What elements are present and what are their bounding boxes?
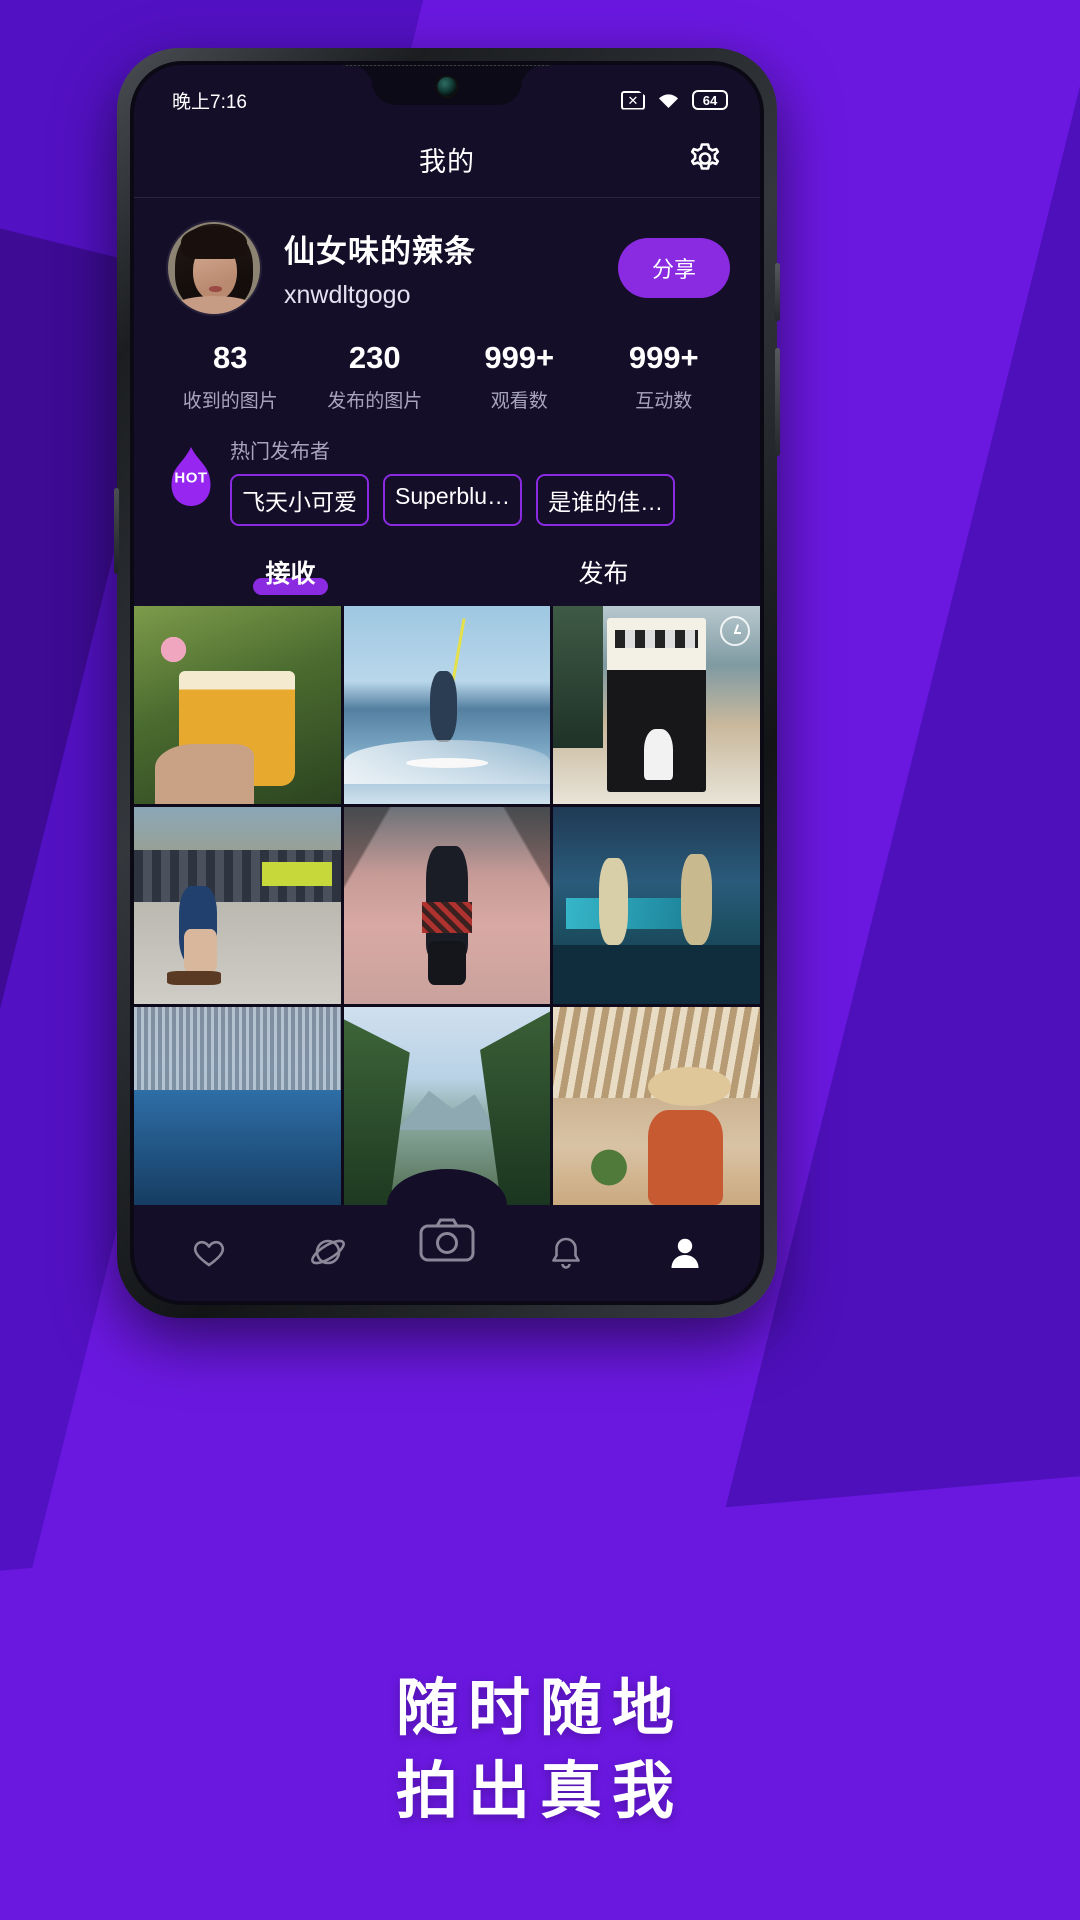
profile-section: 仙女味的辣条 xnwdltgogo 分享 (134, 198, 760, 324)
hot-chip-list: 飞天小可爱 Superblu… 是谁的佳… (230, 474, 740, 526)
phone-power-button (775, 348, 780, 456)
stats-row: 83 收到的图片 230 发布的图片 999+ 观看数 999+ 互动数 (134, 324, 760, 417)
page-title: 我的 (419, 146, 475, 177)
photo-detail (578, 1141, 641, 1194)
stat-label: 观看数 (490, 391, 548, 412)
hot-chip-1[interactable]: 飞天小可爱 (230, 474, 369, 526)
phone-screen: 晚上7:16 ✕ 64 我的 仙女味的辣条 xnwdltgogo 分享 83 收… (134, 65, 760, 1301)
photo-detail (134, 1090, 341, 1205)
photo-wakesurfer[interactable] (343, 606, 551, 804)
photo-detail (428, 941, 466, 985)
hot-badge-text: HOT (174, 469, 208, 487)
promo-text: 随时随地 拍出真我 (0, 1667, 1080, 1834)
photo-detail (154, 744, 254, 804)
nav-person-icon[interactable] (653, 1225, 717, 1281)
photo-film-kodak[interactable] (553, 606, 760, 804)
profile-nickname: 仙女味的辣条 (284, 234, 476, 269)
photo-detail (553, 945, 760, 1005)
stat-label: 发布的图片 (327, 391, 423, 412)
gear-icon[interactable] (684, 138, 726, 180)
photo-detail (343, 740, 551, 784)
photo-grid (134, 606, 760, 1205)
photo-beer-glass[interactable] (134, 606, 341, 804)
avatar-lip (209, 286, 223, 292)
photo-detail (134, 1007, 341, 1091)
photo-detail (422, 901, 472, 934)
profile-handle: xnwdltgogo (284, 281, 411, 309)
stat-interactions[interactable]: 999+ 互动数 (592, 340, 737, 413)
phone-side-button-left (114, 488, 119, 574)
content-tabs: 接收 发布 (134, 536, 760, 606)
hot-chip-2[interactable]: Superblu… (383, 474, 523, 526)
photo-woman-hat[interactable] (553, 1007, 760, 1205)
hot-flame-icon: HOT (164, 445, 218, 507)
photo-detail (598, 858, 628, 946)
tab-received-label: 接收 (253, 552, 328, 595)
hot-content: 热门发布者 飞天小可爱 Superblu… 是谁的佳… (230, 435, 740, 526)
status-bar-icons: ✕ 64 (621, 90, 728, 110)
hot-chip-3[interactable]: 是谁的佳… (536, 474, 676, 526)
photo-detail (150, 629, 196, 670)
stat-value: 999+ (484, 340, 555, 375)
photo-detail (480, 1011, 551, 1205)
share-button[interactable]: 分享 (617, 238, 730, 298)
status-bar-time: 晚上7:16 (172, 91, 247, 113)
stat-received-photos[interactable]: 83 收到的图片 (158, 340, 303, 413)
photo-detail (167, 970, 221, 985)
photo-detail (644, 728, 674, 780)
no-sim-glyph: ✕ (627, 92, 639, 108)
photo-corridor-girl[interactable] (343, 806, 551, 1005)
nav-planet-icon[interactable] (296, 1225, 360, 1281)
photo-detail (343, 1019, 410, 1205)
stat-value: 83 (213, 340, 248, 375)
photo-detail (648, 1066, 732, 1107)
nav-heart-icon[interactable] (177, 1225, 241, 1281)
avatar-hair-front (180, 225, 248, 259)
photo-detail (681, 854, 713, 946)
photo-detail (397, 1090, 497, 1130)
phone-mockup: 晚上7:16 ✕ 64 我的 仙女味的辣条 xnwdltgogo 分享 83 收… (114, 48, 780, 1318)
phone-bezel: 晚上7:16 ✕ 64 我的 仙女味的辣条 xnwdltgogo 分享 83 收… (130, 61, 764, 1305)
photo-dancers-stage[interactable] (553, 806, 760, 1005)
tab-published[interactable]: 发布 (447, 552, 760, 592)
nav-bell-icon[interactable] (534, 1225, 598, 1281)
photo-detail (183, 929, 217, 973)
avatar[interactable] (168, 222, 260, 314)
stat-published-photos[interactable]: 230 发布的图片 (303, 340, 448, 413)
clock-icon (720, 616, 750, 646)
photo-detail (553, 606, 603, 749)
stat-value: 230 (348, 340, 401, 375)
hot-section-title: 热门发布者 (230, 441, 330, 463)
battery-level-text: 64 (702, 92, 718, 108)
no-sim-icon: ✕ (621, 90, 645, 110)
stat-label: 收到的图片 (182, 391, 278, 412)
photo-detail (262, 862, 333, 886)
tab-published-label: 发布 (578, 560, 629, 588)
wifi-icon (656, 91, 681, 109)
photo-detail (430, 671, 458, 743)
stat-label: 互动数 (635, 391, 693, 412)
app-header: 我的 (134, 121, 760, 197)
hot-publishers-section: HOT 热门发布者 飞天小可爱 Superblu… 是谁的佳… (134, 417, 760, 536)
photo-skateboarder[interactable] (134, 806, 341, 1005)
tab-received[interactable]: 接收 (134, 552, 447, 595)
stat-value: 999+ (628, 340, 699, 375)
battery-icon: 64 (692, 90, 728, 110)
promo-line-1: 随时随地 (395, 1673, 684, 1743)
photo-city-harbor[interactable] (134, 1007, 341, 1205)
phone-volume-button (775, 263, 780, 321)
promo-line-2: 拍出真我 (395, 1757, 684, 1827)
profile-names: 仙女味的辣条 xnwdltgogo (284, 226, 594, 310)
bottom-navigation (134, 1169, 760, 1301)
stat-views[interactable]: 999+ 观看数 (447, 340, 592, 413)
photo-detail (615, 629, 698, 648)
photo-detail (648, 1110, 723, 1205)
nav-camera-icon[interactable] (415, 1212, 479, 1268)
status-bar: 晚上7:16 ✕ 64 (134, 65, 760, 121)
